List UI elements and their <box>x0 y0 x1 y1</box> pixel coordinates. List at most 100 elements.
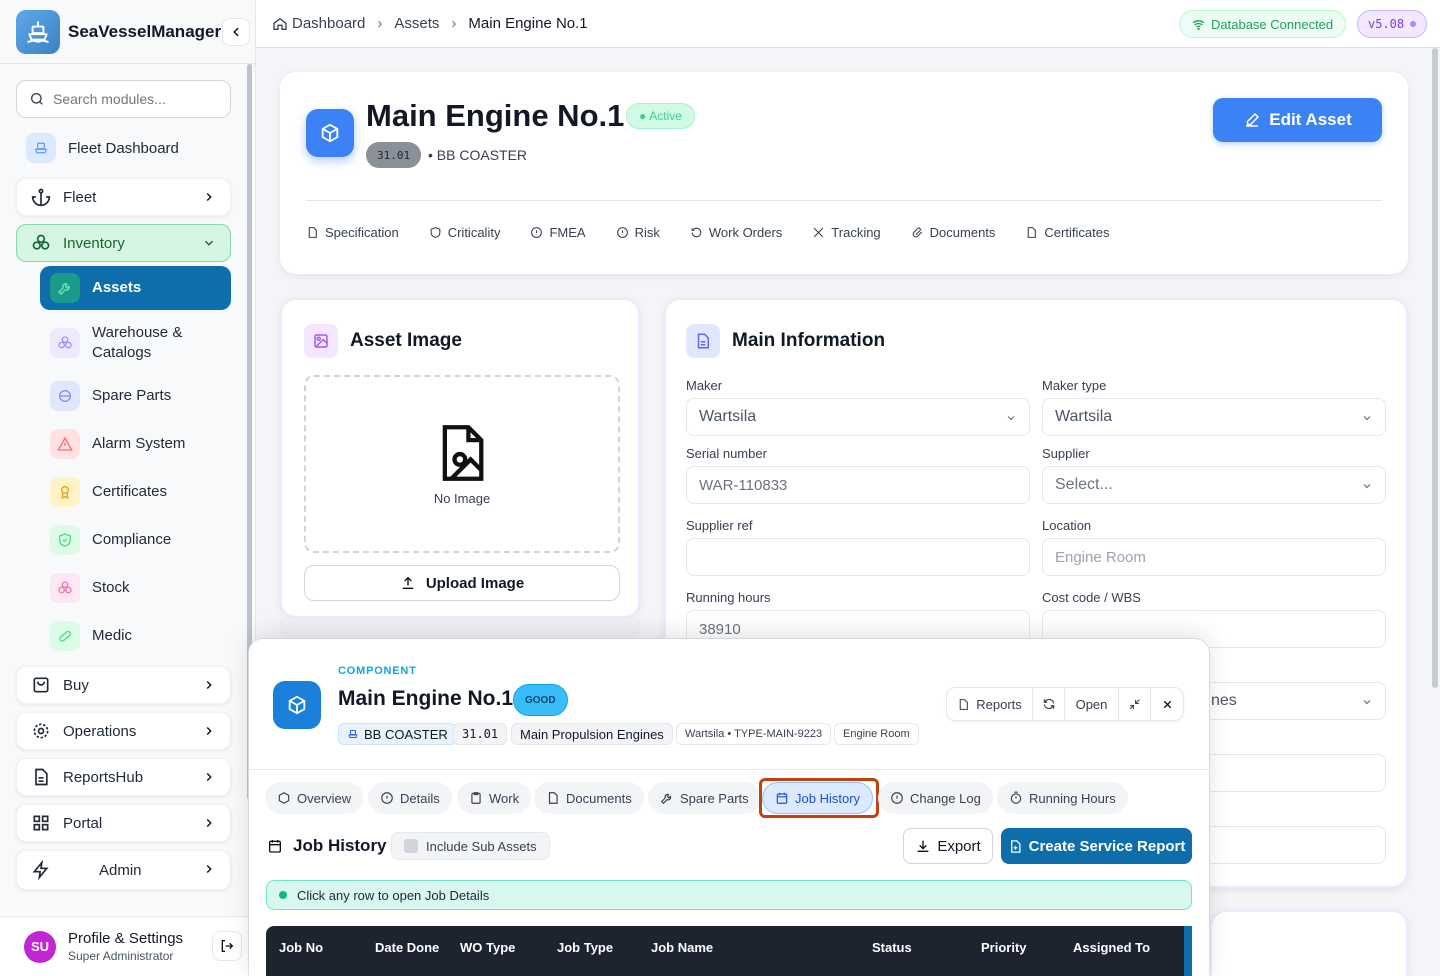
tab-specification[interactable]: Specification <box>306 225 399 240</box>
nav-label: Certificates <box>92 483 168 500</box>
tab-work[interactable]: Work <box>457 782 532 814</box>
tab-work-orders[interactable]: Work Orders <box>690 225 782 240</box>
col-priority[interactable]: Priority <box>981 940 1027 955</box>
tab-criticality[interactable]: Criticality <box>429 225 500 240</box>
col-wo-type[interactable]: WO Type <box>460 940 515 955</box>
include-sub-assets-toggle[interactable]: Include Sub Assets <box>391 832 550 860</box>
pencil-icon <box>1246 112 1260 127</box>
download-icon <box>917 840 929 852</box>
export-button[interactable]: Export <box>903 828 993 864</box>
tab-certificates[interactable]: Certificates <box>1025 225 1109 240</box>
supplier-select[interactable]: Select... <box>1042 466 1386 504</box>
tab-tracking[interactable]: Tracking <box>812 225 881 240</box>
nav-buy[interactable]: Buy <box>16 666 231 704</box>
minimize-button[interactable] <box>1119 688 1151 720</box>
nav-operations[interactable]: Operations <box>16 712 231 750</box>
ship-icon <box>348 730 358 738</box>
nav-label: Operations <box>63 722 137 740</box>
nav-assets[interactable]: Assets <box>40 266 231 310</box>
vessel-chip: BB COASTER <box>338 723 457 745</box>
highlight-box <box>759 778 879 818</box>
lightning-icon <box>32 860 49 880</box>
chevron-down-icon <box>1363 700 1371 705</box>
nav-portal[interactable]: Portal <box>16 804 231 842</box>
tab-running-hours[interactable]: Running Hours <box>997 782 1128 814</box>
nav-reportshub[interactable]: ReportsHub <box>16 758 231 796</box>
nav-medic[interactable]: Medic <box>40 619 231 653</box>
create-service-report-button[interactable]: Create Service Report <box>1001 828 1192 864</box>
tab-change-log[interactable]: Change Log <box>878 782 993 814</box>
nav-fleet-dashboard[interactable]: Fleet Dashboard <box>16 129 231 167</box>
main-scrollbar[interactable] <box>1432 48 1438 688</box>
chevron-right-icon <box>206 681 212 689</box>
tab-documents[interactable]: Documents <box>534 782 644 814</box>
nav-label: Admin <box>99 861 142 879</box>
search-input[interactable] <box>53 91 213 107</box>
boxes-icon <box>50 328 80 358</box>
col-job-no[interactable]: Job No <box>279 940 323 955</box>
profile-footer[interactable]: SU Profile & Settings Super Administrato… <box>0 916 256 976</box>
breadcrumb-assets[interactable]: Assets <box>394 15 439 32</box>
reports-button[interactable]: Reports <box>947 688 1033 720</box>
nav-certificates[interactable]: Certificates <box>40 475 231 509</box>
nav-compliance[interactable]: Compliance <box>40 523 231 557</box>
anchor-icon <box>31 188 51 207</box>
clipboard-icon <box>471 792 481 804</box>
nav-label: Fleet Dashboard <box>68 139 179 157</box>
lower-card <box>1210 910 1408 976</box>
location-field[interactable]: Engine Room <box>1042 538 1386 576</box>
maker-type-select[interactable]: Wartsila <box>1042 398 1386 436</box>
panel-actions: Reports Open <box>946 687 1184 721</box>
refresh-button[interactable] <box>1033 688 1065 720</box>
status-dot <box>1410 21 1417 27</box>
nav-stock[interactable]: Stock <box>40 571 231 605</box>
minimize-icon <box>1129 698 1140 709</box>
tab-risk[interactable]: Risk <box>616 225 660 240</box>
nav-fleet[interactable]: Fleet <box>16 178 231 216</box>
col-status[interactable]: Status <box>872 940 912 955</box>
db-status-badge: Database Connected <box>1179 10 1347 38</box>
serial-field[interactable]: WAR-110833 <box>686 466 1030 504</box>
upload-image-button[interactable]: Upload Image <box>304 565 620 601</box>
edit-asset-button[interactable]: Edit Asset <box>1213 98 1382 142</box>
file-icon <box>308 227 317 238</box>
col-date-done[interactable]: Date Done <box>375 940 439 955</box>
calendar-icon <box>269 840 281 853</box>
tab-fmea[interactable]: FMEA <box>530 225 586 240</box>
tab-spare-parts[interactable]: Spare Parts <box>648 782 761 814</box>
nav-spare-parts[interactable]: Spare Parts <box>40 379 231 413</box>
maker-select[interactable]: Wartsila <box>686 398 1030 436</box>
chevron-right-icon <box>206 727 212 735</box>
logout-button[interactable] <box>212 931 242 961</box>
tab-details[interactable]: Details <box>368 782 452 814</box>
chevron-down-icon <box>1363 416 1371 421</box>
supplier-ref-field[interactable] <box>686 538 1030 576</box>
module-search[interactable] <box>16 80 231 118</box>
tab-documents[interactable]: Documents <box>911 225 995 240</box>
checkbox[interactable] <box>404 839 418 853</box>
nav-label: Spare Parts <box>92 387 172 404</box>
nav-admin[interactable]: Admin <box>16 850 231 890</box>
nav-inventory[interactable]: Inventory <box>16 224 231 262</box>
col-job-type[interactable]: Job Type <box>557 940 613 955</box>
asset-vessel: • BB COASTER <box>428 147 528 163</box>
col-job-name[interactable]: Job Name <box>651 940 713 955</box>
crosshair-icon <box>814 227 824 238</box>
nav-alarm-system[interactable]: Alarm System <box>40 427 231 461</box>
cost-code-label: Cost code / WBS <box>1042 590 1141 605</box>
tab-overview[interactable]: Overview <box>265 782 364 814</box>
wifi-icon <box>1192 19 1205 30</box>
nav-warehouse[interactable]: Warehouse & Catalogs <box>40 320 231 366</box>
image-dropzone[interactable]: No Image <box>304 375 620 553</box>
close-button[interactable] <box>1151 688 1183 720</box>
open-button[interactable]: Open <box>1065 688 1119 720</box>
job-history-table-header: Job No Date Done WO Type Job Type Job Na… <box>266 926 1192 976</box>
avatar: SU <box>24 930 56 963</box>
asset-image-card: Asset Image No Image Upload Image <box>280 298 640 618</box>
table-scrollbar[interactable] <box>1184 926 1192 976</box>
col-assigned-to[interactable]: Assigned To <box>1073 940 1150 955</box>
file-icon <box>548 792 558 804</box>
serial-label: Serial number <box>686 446 767 461</box>
breadcrumb-dashboard[interactable]: Dashboard <box>292 15 365 32</box>
collapse-sidebar-button[interactable] <box>222 18 250 46</box>
